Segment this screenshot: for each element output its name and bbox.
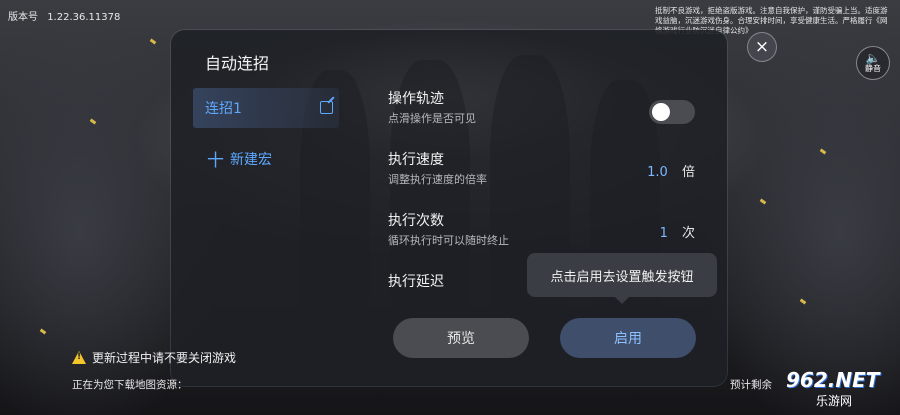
speed-number: 1.0 xyxy=(647,165,668,180)
speed-unit: 倍 xyxy=(681,165,695,180)
new-macro-button[interactable]: 十 新建宏 xyxy=(207,146,343,171)
count-value[interactable]: 1 次 xyxy=(660,222,695,241)
setting-speed: 执行速度 调整执行速度的倍率 1.0 倍 xyxy=(388,149,698,187)
speaker-icon: 🔈 xyxy=(865,51,881,65)
watermark-brand: 962.NET xyxy=(786,368,880,392)
mute-button[interactable]: 🔈 静音 xyxy=(856,46,890,80)
setting-desc: 循环执行时可以随时终止 xyxy=(388,234,509,247)
watermark-sub: 乐游网 xyxy=(816,394,853,408)
macro-sidebar: 连招1 十 新建宏 xyxy=(171,88,343,171)
update-warning: 更新过程中请不要关闭游戏 xyxy=(72,349,236,366)
speed-value[interactable]: 1.0 倍 xyxy=(647,161,695,180)
toggle-knob xyxy=(652,103,670,121)
close-button[interactable]: × xyxy=(747,32,777,62)
update-warning-text: 更新过程中请不要关闭游戏 xyxy=(92,351,237,365)
count-number: 1 xyxy=(659,226,668,241)
version-label: 版本号 xyxy=(8,12,38,23)
macro-item[interactable]: 连招1 xyxy=(193,88,339,128)
warning-icon xyxy=(72,351,86,364)
eta-text: 预计剩余 xyxy=(730,379,772,391)
setting-count: 执行次数 循环执行时可以随时终止 1 次 xyxy=(388,210,698,248)
mute-label: 静音 xyxy=(865,64,881,73)
macro-name: 连招1 xyxy=(205,101,242,117)
setting-trajectory: 操作轨迹 点滑操作是否可见 xyxy=(388,88,698,126)
enable-button[interactable]: 启用 xyxy=(560,318,696,358)
plus-icon: 十 xyxy=(207,151,224,171)
panel-title: 自动连招 xyxy=(205,54,270,73)
new-macro-label: 新建宏 xyxy=(230,151,272,168)
edit-icon[interactable] xyxy=(320,101,333,114)
version-info: 版本号 1.22.36.11378 xyxy=(8,8,126,23)
count-unit: 次 xyxy=(681,226,695,241)
watermark-logo: 962.NET 乐游网 xyxy=(786,368,894,410)
preview-button[interactable]: 预览 xyxy=(393,318,529,358)
setting-title: 执行次数 xyxy=(388,213,444,229)
download-status: 正在为您下载地图资源： xyxy=(72,379,188,391)
trajectory-toggle[interactable] xyxy=(649,100,695,124)
version-number: 1.22.36.11378 xyxy=(47,12,121,23)
enable-tooltip: 点击启用去设置触发按钮 xyxy=(527,253,717,304)
